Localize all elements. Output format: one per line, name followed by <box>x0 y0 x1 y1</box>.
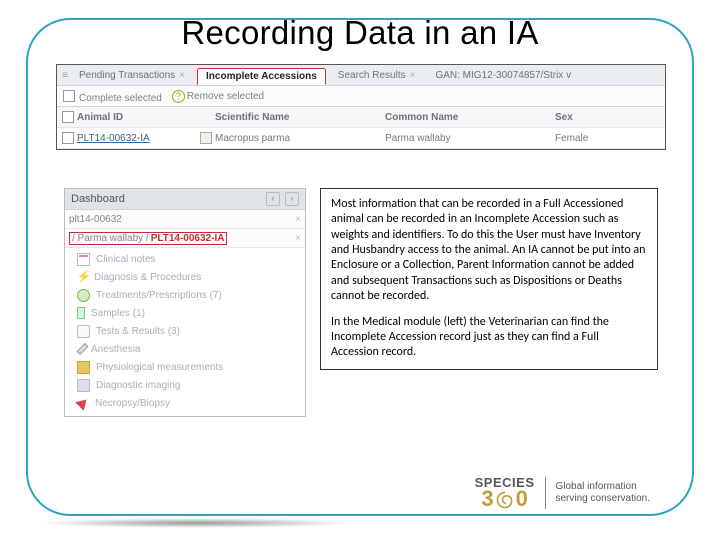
explanation-box: Most information that can be recorded in… <box>320 188 658 370</box>
paragraph-1: Most information that can be recorded in… <box>331 197 647 305</box>
tab-pending-transactions[interactable]: Pending Transactions× <box>71 68 193 83</box>
close-icon[interactable]: × <box>295 233 301 244</box>
complete-selected-button[interactable]: Complete selected <box>63 89 162 104</box>
tube-icon <box>77 307 85 319</box>
ruler-icon <box>77 361 90 374</box>
close-icon[interactable]: × <box>179 70 185 81</box>
row-checkbox[interactable] <box>62 132 74 144</box>
col-common-name[interactable]: Common Name <box>385 112 555 123</box>
vertical-separator <box>545 477 546 509</box>
paragraph-2: In the Medical module (left) the Veterin… <box>331 315 647 361</box>
tree-item-physio[interactable]: Physiological measurements <box>65 358 305 376</box>
dashboard-header: Dashboard ‹ › <box>65 189 305 210</box>
syringe-icon <box>76 343 88 355</box>
tree-item-samples[interactable]: Samples (1) <box>65 304 305 322</box>
breadcrumb-row-1: plt14-00632 × <box>65 210 305 229</box>
breadcrumb-prefix: / Parma wallaby / <box>72 233 149 244</box>
globe-icon <box>77 289 90 302</box>
close-icon[interactable]: × <box>295 214 301 225</box>
help-icon: ? <box>172 90 185 103</box>
footer-logo-area: SPECIES 3 0 Global information serving c… <box>475 477 650 510</box>
tree-item-anesthesia[interactable]: Anesthesia <box>65 340 305 358</box>
cell-sex: Female <box>555 133 663 144</box>
checkbox-icon <box>63 90 75 102</box>
close-icon[interactable]: × <box>410 70 416 81</box>
select-all-checkbox[interactable] <box>62 111 74 123</box>
clipboard-icon <box>77 325 90 338</box>
scan-icon <box>77 379 90 392</box>
tree-item-treatments[interactable]: Treatments/Prescriptions (7) <box>65 286 305 304</box>
tree-item-clinical-notes[interactable]: Clinical notes <box>65 250 305 268</box>
breadcrumb-row-2: / Parma wallaby / PLT14-00632-IA × <box>65 229 305 248</box>
scalpel-icon <box>75 395 91 411</box>
tab-incomplete-accessions[interactable]: Incomplete Accessions <box>197 68 326 85</box>
remove-selected-button[interactable]: ?Remove selected <box>172 90 264 103</box>
highlighted-breadcrumb: / Parma wallaby / PLT14-00632-IA <box>69 232 227 245</box>
dashboard-panel: Dashboard ‹ › plt14-00632 × / Parma wall… <box>64 188 306 417</box>
logo-digit-3: 3 <box>481 489 493 510</box>
col-sex[interactable]: Sex <box>555 112 663 123</box>
tree-item-diagnosis[interactable]: ⚡Diagnosis & Procedures <box>65 268 305 286</box>
panel-toolbar: Complete selected ?Remove selected <box>57 86 665 107</box>
nav-forward-icon[interactable]: › <box>285 192 299 206</box>
swirl-6-icon <box>495 490 515 510</box>
dashboard-nav-buttons: ‹ › <box>264 192 299 206</box>
col-animal-id[interactable]: Animal ID <box>77 112 197 123</box>
slide-title: Recording Data in an IA <box>0 14 720 52</box>
tree-item-necropsy[interactable]: Necropsy/Biopsy <box>65 394 305 412</box>
tree-item-imaging[interactable]: Diagnostic imaging <box>65 376 305 394</box>
logo-digit-0: 0 <box>516 489 528 510</box>
calendar-icon <box>77 253 90 266</box>
col-scientific-name[interactable]: Scientific Name <box>215 112 385 123</box>
table-row[interactable]: PLT14-00632-IA Macropus parma Parma wall… <box>57 128 665 149</box>
tab-gan-record[interactable]: GAN: MIG12-30074857/Strix v <box>427 68 579 83</box>
tab-search-results[interactable]: Search Results× <box>330 68 424 83</box>
cell-common-name: Parma wallaby <box>385 133 555 144</box>
breadcrumb-item[interactable]: plt14-00632 <box>69 214 122 225</box>
species360-logo: SPECIES 3 0 <box>475 477 535 510</box>
column-headers: Animal ID Scientific Name Common Name Se… <box>57 107 665 128</box>
decorative-shadow <box>36 518 356 528</box>
bolt-icon: ⚡ <box>77 272 88 283</box>
nav-back-icon[interactable]: ‹ <box>266 192 280 206</box>
top-screenshot-panel: ≡ Pending Transactions× Incomplete Acces… <box>56 64 666 150</box>
cell-scientific-name: Macropus parma <box>215 133 385 144</box>
logo-tagline: Global information serving conservation. <box>556 481 651 505</box>
navigation-tree: Clinical notes ⚡Diagnosis & Procedures T… <box>65 248 305 416</box>
breadcrumb-link-ia[interactable]: PLT14-00632-IA <box>151 233 225 244</box>
dashboard-title: Dashboard <box>71 193 125 205</box>
cell-animal-id[interactable]: PLT14-00632-IA <box>77 133 197 144</box>
tab-strip: ≡ Pending Transactions× Incomplete Acces… <box>57 65 665 86</box>
tab-scroll-left-icon[interactable]: ≡ <box>59 70 71 81</box>
note-icon[interactable] <box>200 132 212 144</box>
tree-item-tests[interactable]: Tests & Results (3) <box>65 322 305 340</box>
